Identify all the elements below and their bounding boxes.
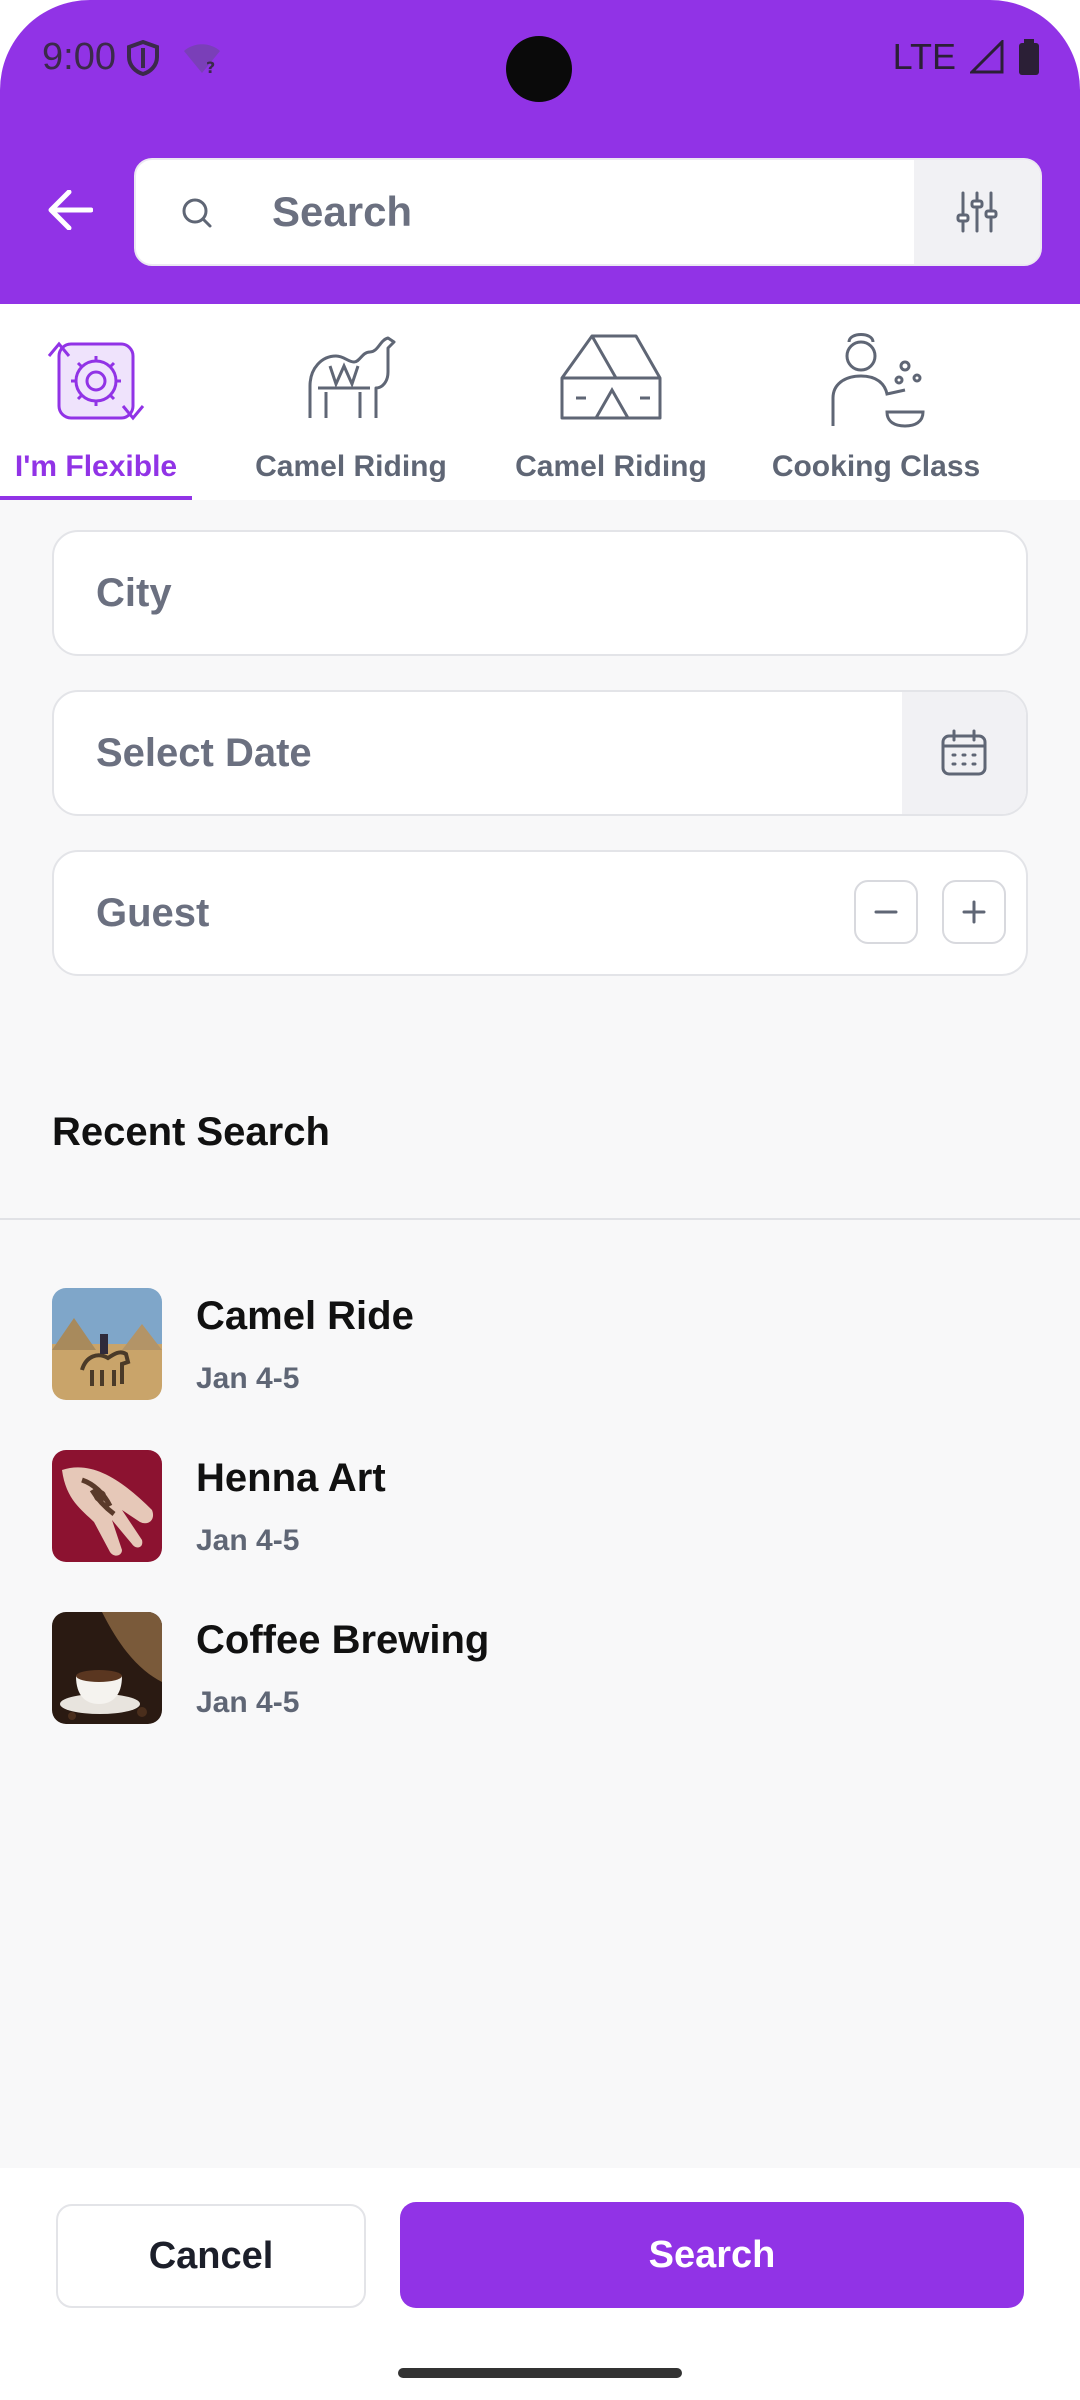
bottom-action-bar: Cancel Search	[0, 2168, 1080, 2400]
recent-item-title: Coffee Brewing	[196, 1618, 490, 1662]
recent-item-camel-ride[interactable]: Camel Ride Jan 4-5	[52, 1288, 952, 1404]
camera-cutout	[506, 36, 572, 102]
coffee-cup-photo	[52, 1612, 162, 1724]
category-im-flexible[interactable]: I'm Flexible	[0, 304, 192, 500]
category-label: Cooking Class	[771, 450, 981, 483]
date-input[interactable]	[96, 692, 856, 814]
guest-field	[52, 850, 1028, 976]
increment-button[interactable]	[942, 880, 1006, 944]
recent-item-date: Jan 4-5	[196, 1686, 300, 1719]
henna-hand-photo	[52, 1450, 162, 1562]
recent-item-coffee-brewing[interactable]: Coffee Brewing Jan 4-5	[52, 1612, 952, 1728]
shield-icon	[127, 40, 159, 76]
search-icon	[182, 198, 212, 228]
category-partial[interactable]: H	[1062, 304, 1080, 500]
network-type: LTE	[892, 36, 956, 77]
camel-icon	[308, 336, 396, 418]
signal-icon	[970, 40, 1004, 74]
active-tab-indicator	[0, 496, 192, 500]
category-tabs: I'm Flexible Camel Riding Camel Riding C…	[0, 304, 1080, 500]
guest-input[interactable]	[96, 852, 856, 974]
search-box	[134, 158, 1042, 266]
battery-icon	[1019, 39, 1039, 75]
svg-text:?: ?	[206, 58, 215, 75]
date-field	[52, 690, 1028, 816]
recent-search-title: Recent Search	[52, 1110, 330, 1154]
recent-item-date: Jan 4-5	[196, 1524, 300, 1557]
category-label: Camel Riding	[515, 450, 707, 483]
sliders-icon	[956, 191, 998, 233]
screen: 9:00 ? LTE Search I'm Flexible Camel Rid…	[0, 0, 1080, 2400]
tent-icon	[560, 334, 662, 420]
recent-item-date: Jan 4-5	[196, 1362, 300, 1395]
divider	[0, 1218, 1080, 1220]
status-time: 9:00	[42, 36, 116, 78]
category-camel-riding[interactable]: Camel Riding	[246, 304, 456, 500]
status-right: LTE	[893, 36, 1040, 78]
plus-icon	[962, 900, 986, 924]
city-field	[52, 530, 1028, 656]
calendar-icon	[941, 729, 987, 776]
chef-icon	[831, 333, 925, 428]
camel-desert-photo	[52, 1288, 162, 1400]
cancel-button[interactable]: Cancel	[56, 2204, 366, 2308]
search-button[interactable]: Search	[400, 2202, 1024, 2308]
header: 9:00 ? LTE	[0, 0, 1080, 304]
category-camel-riding-2[interactable]: Camel Riding	[506, 304, 716, 500]
category-label: I'm Flexible	[14, 450, 178, 483]
recent-item-title: Henna Art	[196, 1456, 386, 1500]
back-button[interactable]	[40, 180, 100, 240]
decrement-button[interactable]	[854, 880, 918, 944]
recent-item-title: Camel Ride	[196, 1294, 414, 1338]
wifi-unknown-icon: ?	[184, 44, 220, 75]
category-label: Camel Riding	[255, 450, 447, 483]
calendar-button[interactable]	[902, 692, 1026, 814]
city-input[interactable]	[96, 532, 856, 654]
status-left-icons: ?	[126, 40, 222, 76]
minus-icon	[874, 910, 898, 914]
status-bar: 9:00 ? LTE	[0, 0, 1080, 120]
category-cooking-class[interactable]: Cooking Class	[766, 304, 986, 500]
filter-button[interactable]	[914, 160, 1040, 264]
arrow-left-icon	[48, 190, 93, 230]
category-partial-icon	[1037, 326, 1080, 436]
search-input[interactable]	[272, 160, 892, 264]
home-indicator[interactable]	[398, 2368, 682, 2378]
recent-item-henna-art[interactable]: Henna Art Jan 4-5	[52, 1450, 952, 1566]
flexible-gear-icon	[47, 341, 145, 421]
